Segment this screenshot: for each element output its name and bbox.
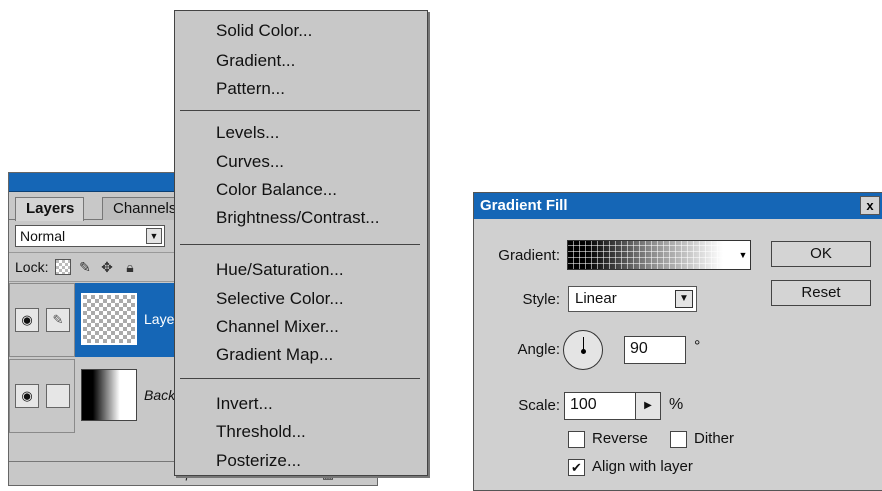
chevron-down-icon: ▼ [675, 290, 693, 308]
layer-controls: ◉ [9, 359, 75, 433]
menu-separator [180, 244, 420, 245]
menu-item-pattern[interactable]: Pattern... [216, 79, 285, 99]
scale-slider-button[interactable]: ▶ [635, 392, 661, 420]
align-with-layer-label[interactable]: Align with layer [592, 458, 693, 475]
link-icon[interactable] [46, 384, 70, 408]
chevron-down-icon: ▼ [146, 228, 162, 244]
layer-thumbnail [81, 369, 137, 421]
scale-unit: % [669, 396, 684, 413]
angle-label: Angle: [517, 341, 560, 358]
dialog-titlebar[interactable]: Gradient Fill x [474, 193, 882, 219]
reverse-checkbox[interactable] [568, 431, 585, 448]
blend-mode-select[interactable]: Normal ▼ [15, 225, 165, 247]
gradient-fill-dialog: Gradient Fill x Gradient: ▼ Style: Linea… [473, 192, 882, 491]
lock-all-icon[interactable]: 🔒︎ [122, 259, 138, 275]
reverse-label[interactable]: Reverse [592, 430, 648, 447]
blend-mode-value: Normal [20, 228, 66, 244]
menu-separator [180, 110, 420, 111]
layer-thumbnail [81, 293, 137, 345]
angle-unit: ° [694, 338, 701, 355]
new-fill-adjustment-layer-menu: Solid Color... Gradient... Pattern... Le… [174, 10, 428, 476]
menu-separator [180, 378, 420, 379]
dither-label[interactable]: Dither [694, 430, 734, 447]
angle-center [581, 349, 586, 354]
menu-item-color-balance[interactable]: Color Balance... [216, 180, 337, 200]
reset-button[interactable]: Reset [771, 280, 871, 306]
lock-move-icon[interactable]: ✥ [99, 259, 115, 275]
gradient-label: Gradient: [498, 247, 560, 264]
angle-input[interactable]: 90 [624, 336, 686, 364]
menu-item-levels[interactable]: Levels... [216, 123, 279, 143]
eye-icon[interactable]: ◉ [15, 384, 39, 408]
eye-icon[interactable]: ◉ [15, 308, 39, 332]
brush-icon[interactable]: ✎ [46, 308, 70, 332]
dither-checkbox[interactable] [670, 431, 687, 448]
tab-layers[interactable]: Layers [15, 197, 85, 221]
style-value: Linear [575, 290, 617, 307]
ok-button[interactable]: OK [771, 241, 871, 267]
menu-item-invert[interactable]: Invert... [216, 394, 273, 414]
angle-dial[interactable] [563, 330, 603, 370]
menu-item-hue-saturation[interactable]: Hue/Saturation... [216, 260, 344, 280]
gradient-picker[interactable] [567, 240, 751, 270]
menu-item-channel-mixer[interactable]: Channel Mixer... [216, 317, 339, 337]
style-select[interactable]: Linear ▼ [568, 286, 697, 312]
scale-input[interactable]: 100 [564, 392, 636, 420]
scale-label: Scale: [518, 397, 560, 414]
menu-item-posterize[interactable]: Posterize... [216, 451, 301, 471]
lock-transparency-icon[interactable] [55, 259, 71, 275]
menu-item-threshold[interactable]: Threshold... [216, 422, 306, 442]
menu-item-brightness-contrast[interactable]: Brightness/Contrast... [216, 208, 379, 228]
close-button[interactable]: x [860, 196, 880, 215]
menu-item-gradient[interactable]: Gradient... [216, 51, 295, 71]
dialog-title: Gradient Fill [480, 197, 568, 214]
chevron-down-icon[interactable]: ▼ [736, 248, 750, 262]
menu-item-curves[interactable]: Curves... [216, 152, 284, 172]
menu-item-solid-color[interactable]: Solid Color... [216, 21, 312, 41]
lock-paint-brush-icon[interactable]: ✎ [77, 259, 93, 275]
layer-controls: ◉ ✎ [9, 283, 75, 357]
lock-label: Lock: [15, 259, 49, 275]
menu-item-selective-color[interactable]: Selective Color... [216, 289, 344, 309]
menu-item-gradient-map[interactable]: Gradient Map... [216, 345, 333, 365]
align-with-layer-checkbox[interactable]: ✔ [568, 459, 585, 476]
style-label: Style: [522, 291, 560, 308]
